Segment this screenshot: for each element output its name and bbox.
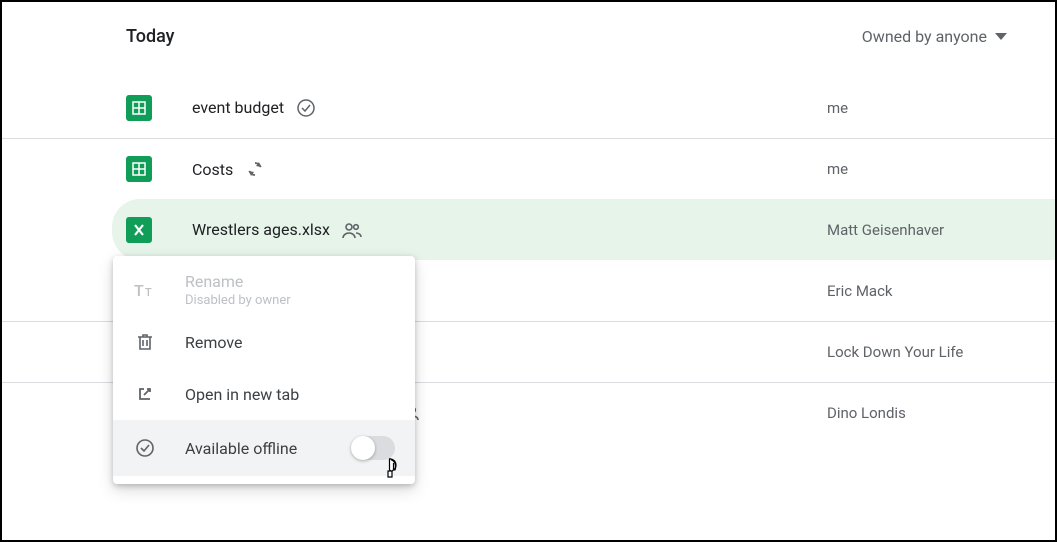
header: Today Owned by anyone xyxy=(2,2,1055,67)
menu-item-remove[interactable]: Remove xyxy=(113,316,415,368)
file-name: Wrestlers ages.xlsx xyxy=(192,220,330,239)
menu-label: Open in new tab xyxy=(185,385,395,404)
offline-toggle[interactable] xyxy=(351,436,395,460)
file-row[interactable]: Wrestlers ages.xlsx Matt Geisenhaver xyxy=(112,199,1055,260)
sheets-icon xyxy=(126,95,152,121)
shared-icon xyxy=(340,218,364,242)
file-name: Costs xyxy=(192,160,233,179)
file-owner: Lock Down Your Life xyxy=(827,343,1007,361)
menu-sublabel: Disabled by owner xyxy=(185,293,291,308)
menu-label: Available offline xyxy=(185,439,351,458)
file-owner: me xyxy=(827,99,1007,117)
menu-item-rename: TT Rename Disabled by owner xyxy=(113,264,415,316)
menu-label: Rename xyxy=(185,272,291,291)
excel-icon xyxy=(126,217,152,243)
menu-label: Remove xyxy=(185,333,395,352)
open-in-new-icon xyxy=(133,382,157,406)
chevron-down-icon xyxy=(995,33,1007,40)
offline-icon xyxy=(294,96,318,120)
file-owner: Matt Geisenhaver xyxy=(827,221,1007,239)
context-menu: TT Rename Disabled by owner Remove Open … xyxy=(113,256,415,484)
filter-dropdown[interactable]: Owned by anyone xyxy=(862,27,1007,46)
file-name: event budget xyxy=(192,98,284,117)
file-row[interactable]: Costs me xyxy=(2,138,1055,199)
trash-icon xyxy=(133,330,157,354)
file-owner: Dino Londis xyxy=(827,404,1007,422)
menu-item-open-new-tab[interactable]: Open in new tab xyxy=(113,368,415,420)
filter-label: Owned by anyone xyxy=(862,27,987,46)
menu-item-available-offline[interactable]: Available offline xyxy=(113,420,415,476)
svg-text:T: T xyxy=(134,281,144,300)
file-owner: me xyxy=(827,160,1007,178)
section-title: Today xyxy=(126,26,175,47)
toggle-thumb xyxy=(351,436,375,460)
sync-icon xyxy=(243,157,267,181)
file-row[interactable]: event budget me xyxy=(2,77,1055,138)
text-icon: TT xyxy=(133,278,157,302)
file-owner: Eric Mack xyxy=(827,282,1007,300)
offline-icon xyxy=(133,436,157,460)
svg-text:T: T xyxy=(145,286,152,299)
sheets-icon xyxy=(126,156,152,182)
